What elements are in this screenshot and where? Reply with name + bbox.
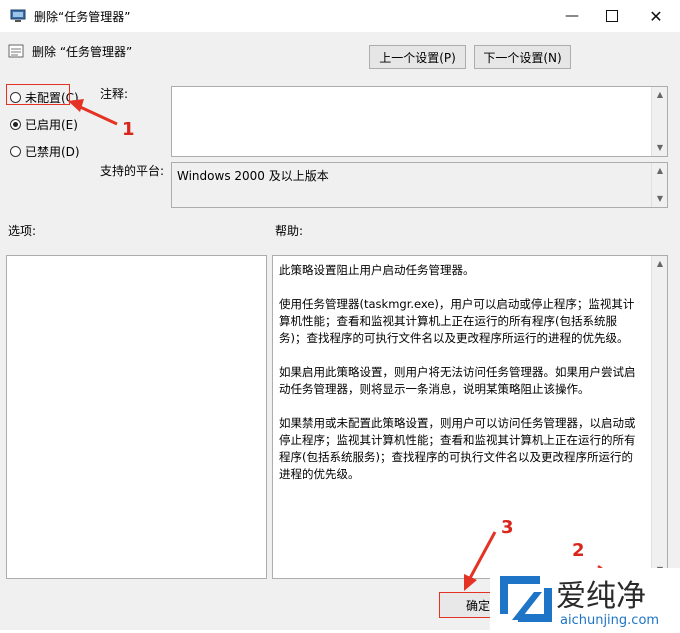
svg-text:爱纯净: 爱纯净 <box>556 579 646 614</box>
svg-text:aichunjing.com: aichunjing.com <box>560 613 659 628</box>
watermark-icon: 爱纯净 aichunjing.com <box>500 576 659 628</box>
annotation-number-2: 2 <box>572 540 585 561</box>
annotation-number-1: 1 <box>122 119 135 140</box>
annotation-number-3: 3 <box>501 517 514 538</box>
annotation-arrows <box>68 99 621 591</box>
watermark-logo: 爱纯净 aichunjing.com <box>490 568 680 630</box>
